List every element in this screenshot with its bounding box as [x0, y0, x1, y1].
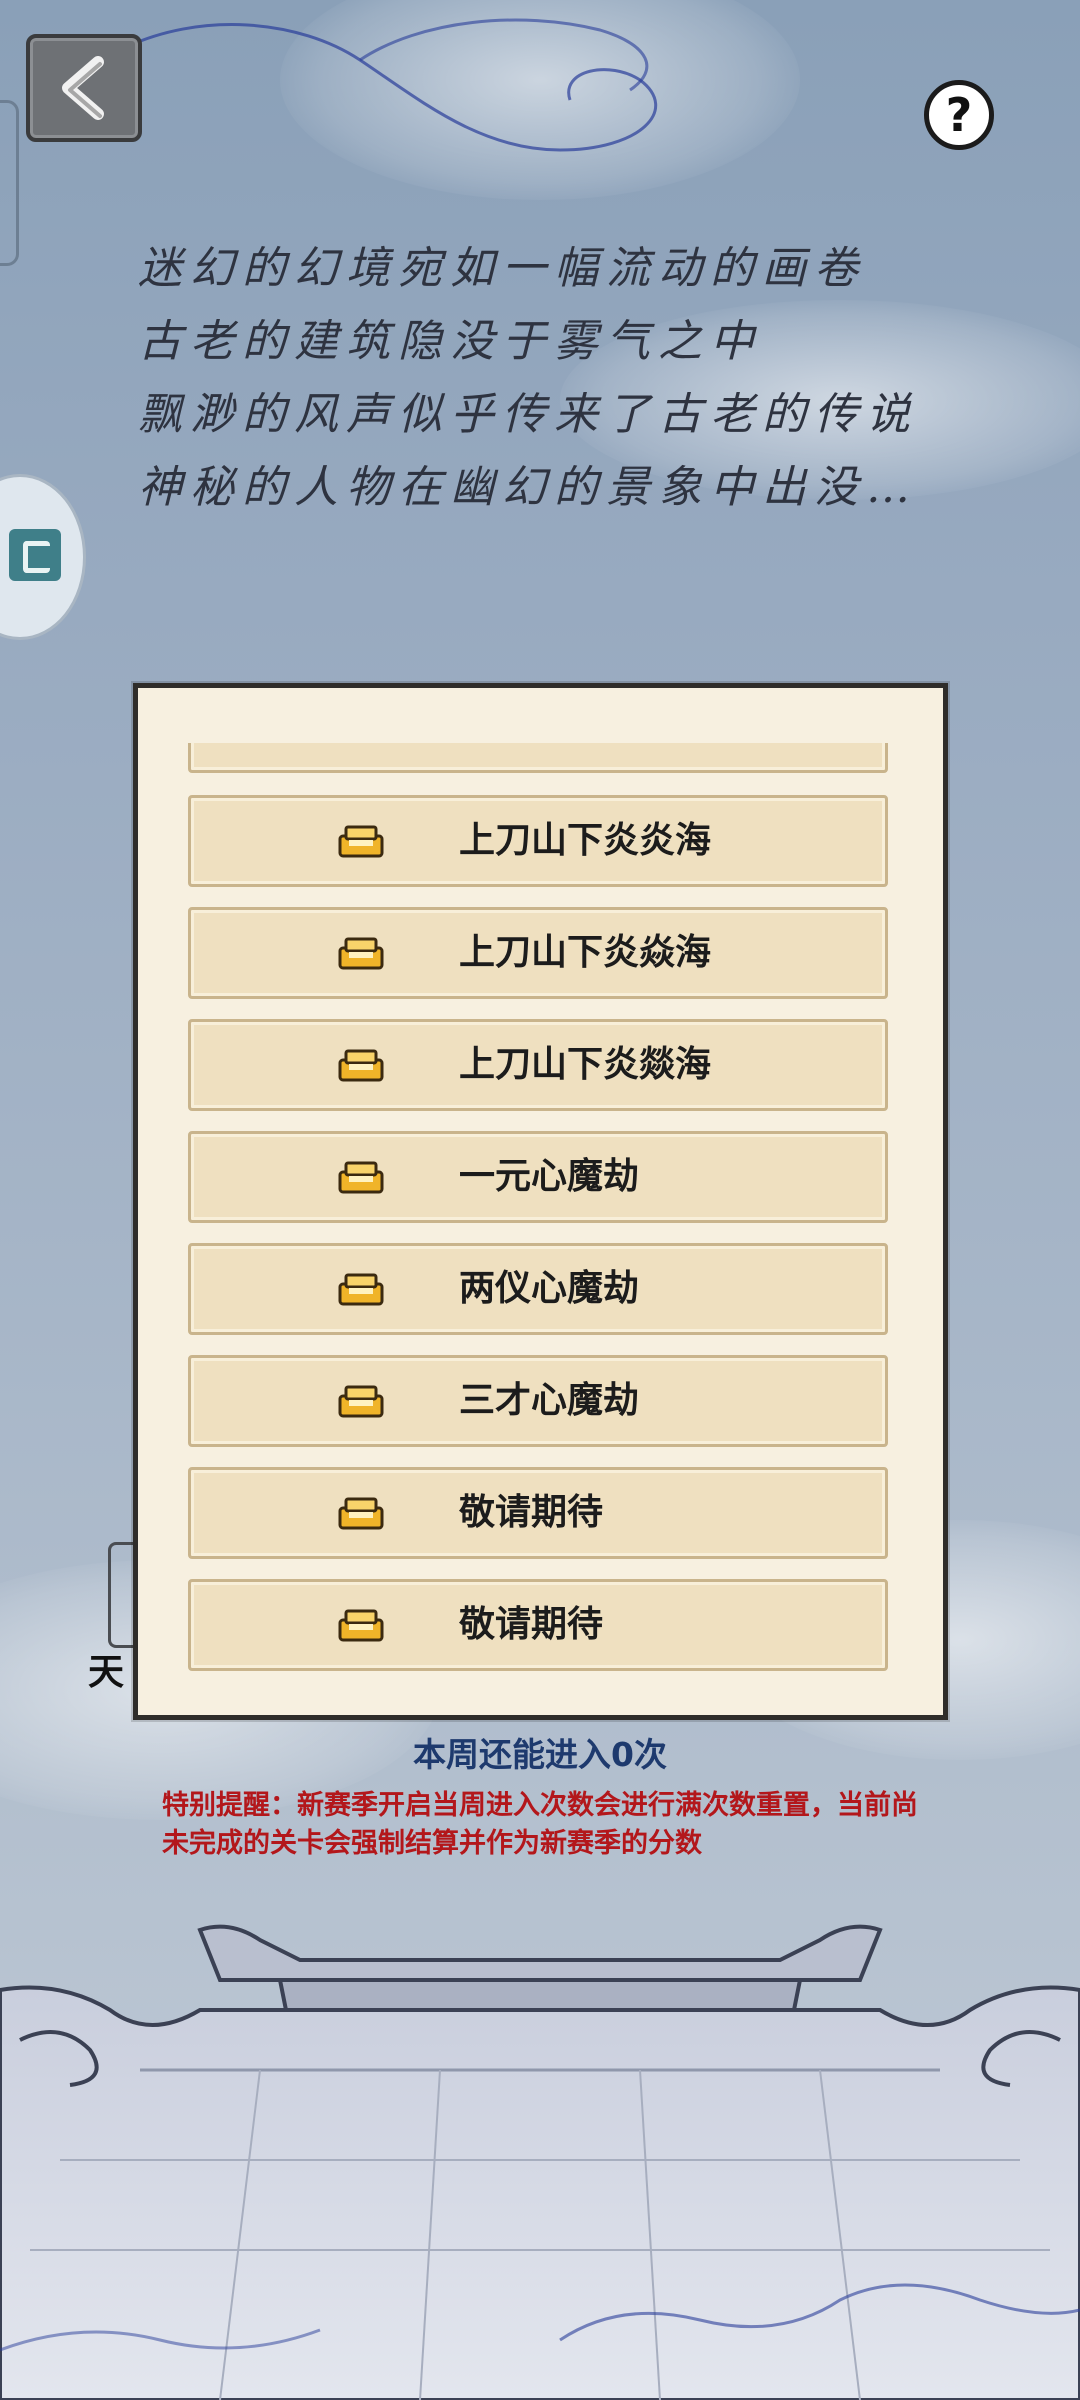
poem-line: 迷幻的幻境宛如一幅流动的画卷: [138, 243, 866, 294]
gold-chest-icon: [338, 1049, 384, 1082]
chevron-left-icon: [62, 56, 104, 120]
level-item-label: 敬请期待: [459, 1492, 604, 1533]
level-item-label: 一元心魔劫: [459, 1156, 640, 1197]
help-button[interactable]: ?: [924, 80, 994, 150]
level-item[interactable]: 上刀山下炎炎海: [188, 795, 888, 887]
stone-platform-decoration: [0, 1924, 1080, 2400]
left-edge-tab[interactable]: [0, 100, 19, 266]
level-item[interactable]: 上刀山下炎燚海: [188, 1019, 888, 1111]
hidden-building-label: 天: [88, 1652, 125, 1693]
poem-line: 神秘的人物在幽幻的景象中出没…: [138, 462, 918, 513]
level-item[interactable]: 两仪心魔劫: [188, 1243, 888, 1335]
level-item[interactable]: 敬请期待: [188, 1467, 888, 1559]
level-item[interactable]: 敬请期待: [188, 1579, 888, 1671]
question-mark-icon: ?: [945, 88, 973, 142]
gold-chest-icon: [338, 937, 384, 970]
poem-line: 飘渺的风声似乎传来了古老的传说: [138, 389, 918, 440]
list-item-partial[interactable]: [188, 743, 888, 773]
gold-chest-icon: [338, 1609, 384, 1642]
level-item[interactable]: 三才心魔劫: [188, 1355, 888, 1447]
poem-line: 古老的建筑隐没于雾气之中: [138, 316, 762, 367]
level-item-label: 上刀山下炎焱海: [459, 932, 712, 973]
level-item[interactable]: 上刀山下炎焱海: [188, 907, 888, 999]
level-list[interactable]: 上刀山下炎炎海 上刀山下炎焱海 上刀山下炎燚海 一元心魔劫 两仪心魔劫 三才心魔…: [188, 743, 894, 1688]
season-reset-notice: 特别提醒：新赛季开启当周进入次数会进行满次数重置，当前尚未完成的关卡会强制结算并…: [162, 1790, 918, 1859]
gold-chest-icon: [338, 1497, 384, 1530]
game-screen: ? 迷幻的幻境宛如一幅流动的画卷 古老的建筑隐没于雾气之中 飘渺的风声似乎传来了…: [0, 0, 1080, 2400]
level-item-label: 敬请期待: [459, 1604, 604, 1645]
level-select-panel: 上刀山下炎炎海 上刀山下炎焱海 上刀山下炎燚海 一元心魔劫 两仪心魔劫 三才心魔…: [133, 683, 948, 1720]
app-logo-icon: [9, 529, 61, 581]
gold-chest-icon: [338, 825, 384, 858]
level-item-label: 上刀山下炎燚海: [459, 1044, 712, 1085]
level-item-label: 两仪心魔劫: [459, 1268, 640, 1309]
gold-chest-icon: [338, 1385, 384, 1418]
weekly-entry-counter: 本周还能进入0次: [413, 1735, 667, 1774]
gold-chest-icon: [338, 1273, 384, 1306]
intro-poem: 迷幻的幻境宛如一幅流动的画卷 古老的建筑隐没于雾气之中 飘渺的风声似乎传来了古老…: [138, 232, 998, 524]
side-app-badge[interactable]: [0, 474, 86, 640]
level-item-label: 上刀山下炎炎海: [459, 820, 712, 861]
level-item-label: 三才心魔劫: [459, 1380, 640, 1421]
gold-chest-icon: [338, 1161, 384, 1194]
level-item[interactable]: 一元心魔劫: [188, 1131, 888, 1223]
back-button[interactable]: [26, 34, 142, 142]
